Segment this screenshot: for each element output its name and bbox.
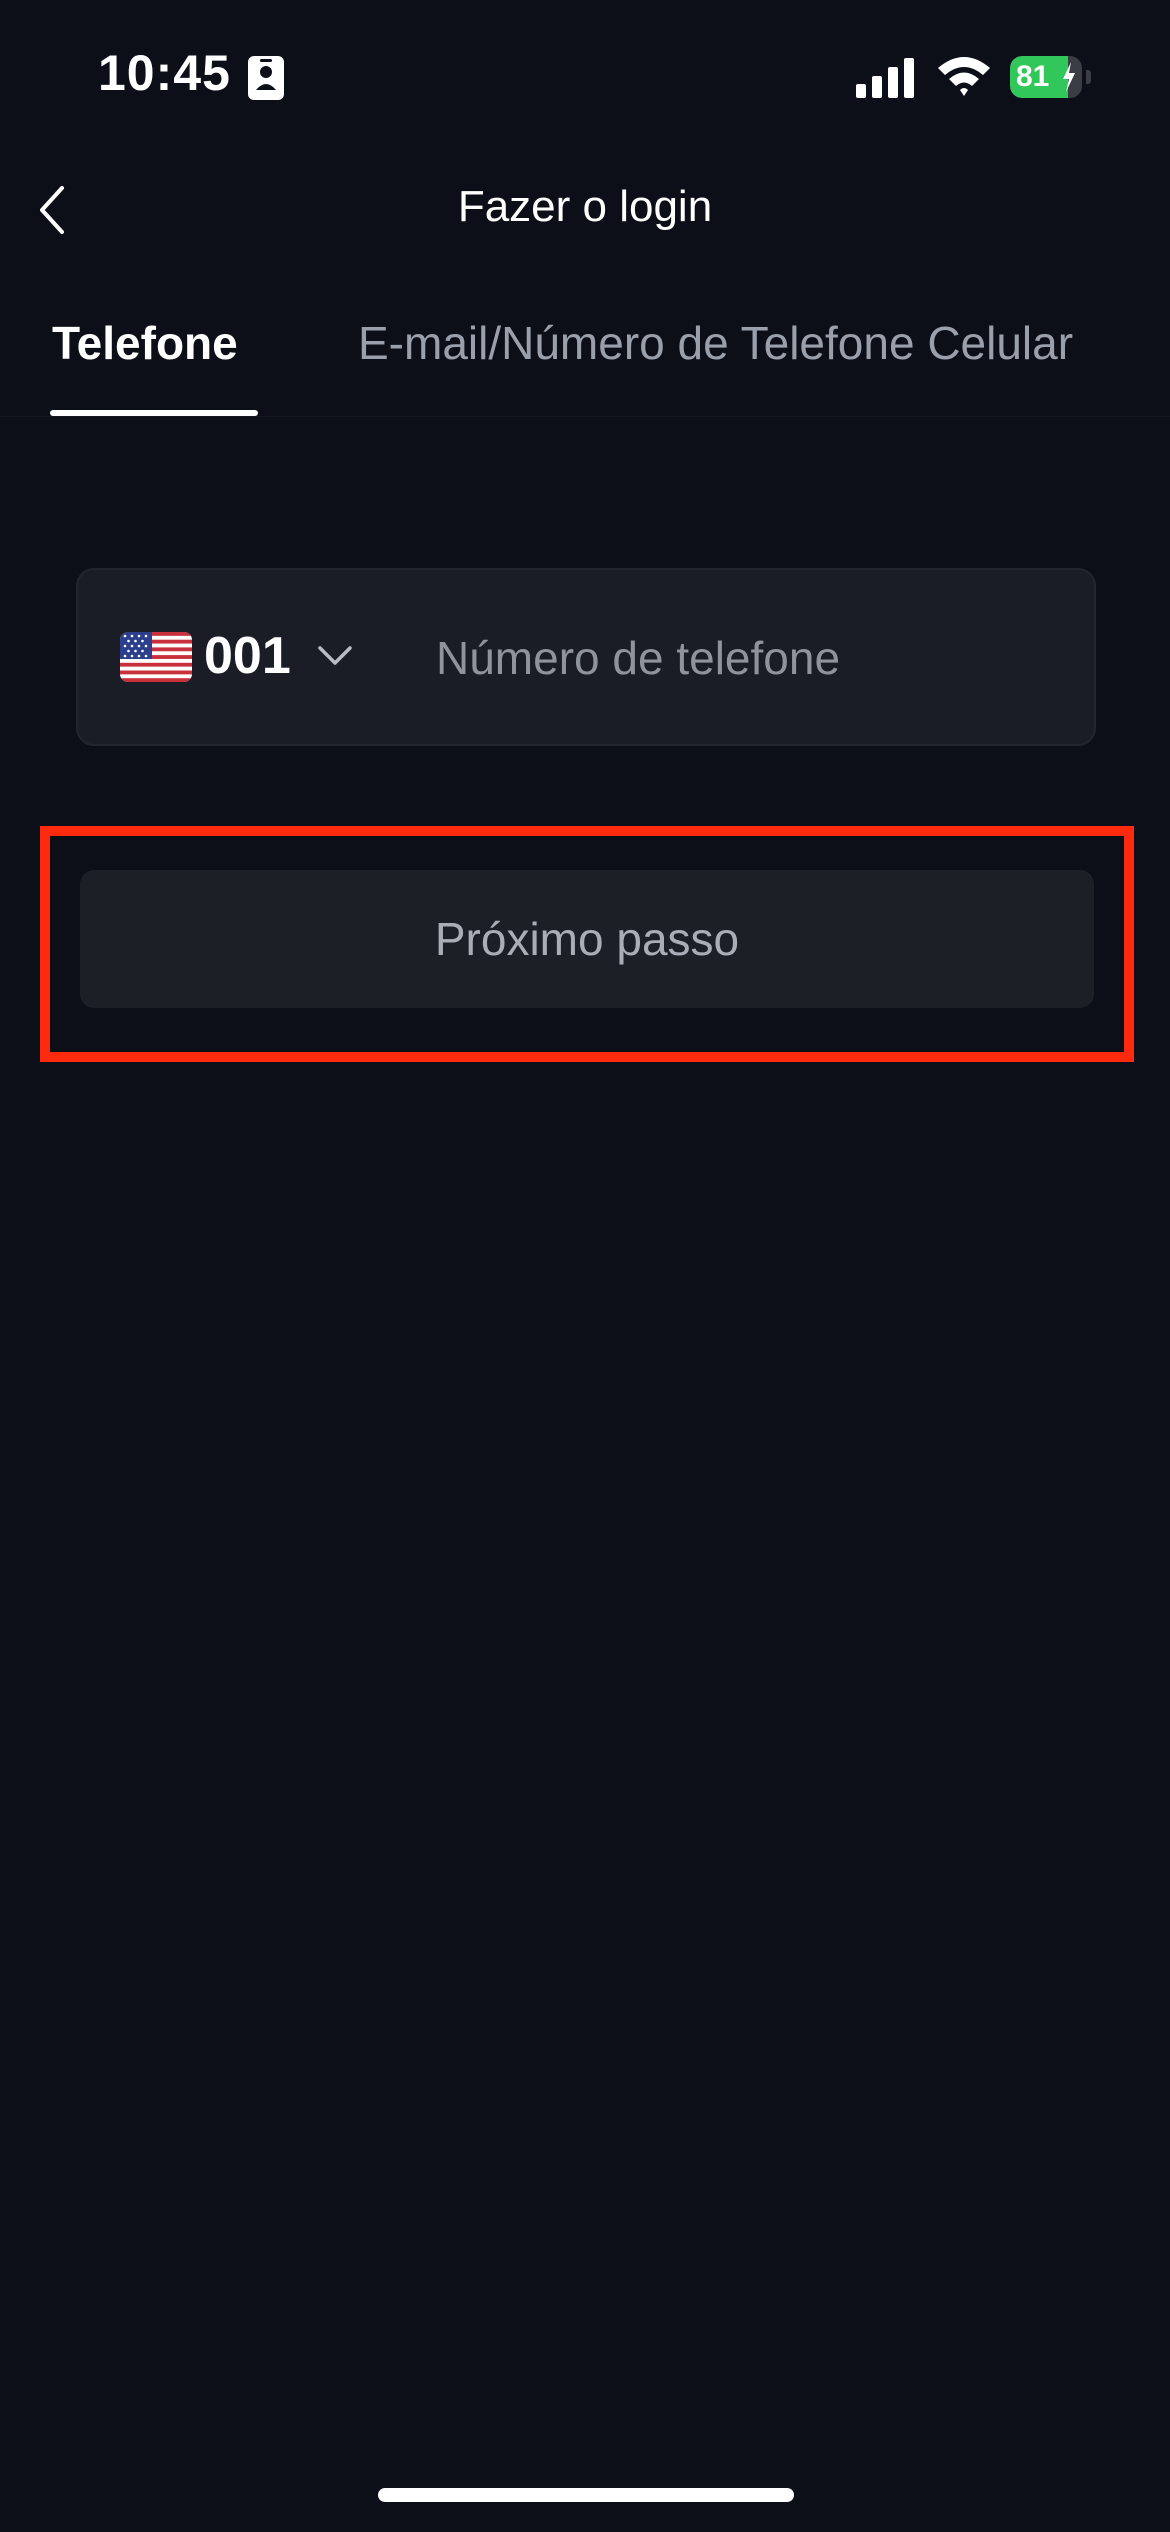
phone-number-input[interactable] — [436, 610, 1036, 706]
battery-level: 81 — [1016, 60, 1050, 93]
us-flag-icon — [120, 632, 192, 682]
battery-body: 81 — [1010, 56, 1082, 98]
id-badge-icon — [248, 56, 284, 100]
status-time: 10:45 — [98, 45, 231, 101]
cellular-signal-icon — [856, 58, 914, 98]
tab-email-phone[interactable]: E-mail/Número de Telefone Celular — [358, 316, 1073, 370]
home-indicator[interactable] — [378, 2488, 794, 2502]
login-method-tabs: Telefone E-mail/Número de Telefone Celul… — [0, 300, 1170, 420]
battery-indicator: 81 — [1010, 56, 1092, 98]
tab-telefone[interactable]: Telefone — [52, 316, 238, 370]
nav-bar: Fazer o login — [0, 160, 1170, 260]
country-code: 001 — [204, 627, 291, 685]
wifi-icon — [938, 57, 990, 96]
chevron-down-icon — [318, 646, 352, 665]
battery-cap — [1086, 70, 1091, 84]
status-bar: 10:45 81 — [0, 0, 1170, 150]
country-code-selector[interactable]: 001 — [120, 570, 440, 744]
phone-number-field: 001 — [76, 568, 1096, 746]
tabs-divider — [0, 416, 1170, 417]
next-step-button[interactable]: Próximo passo — [80, 870, 1094, 1008]
page-title: Fazer o login — [457, 182, 713, 231]
battery-charging-icon — [1063, 62, 1075, 92]
